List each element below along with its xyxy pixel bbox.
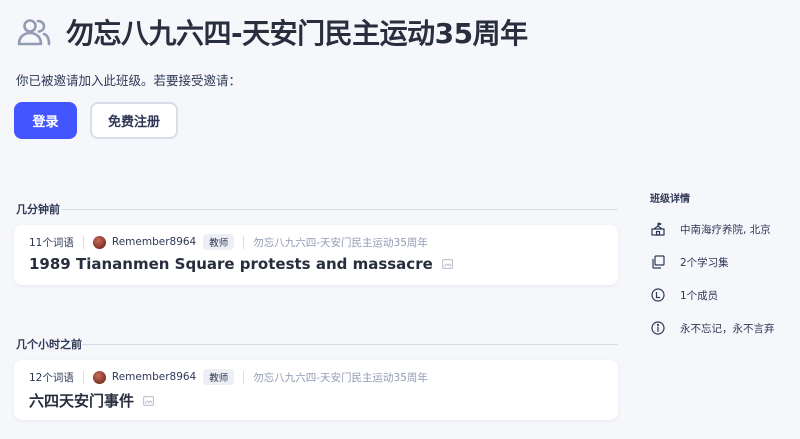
study-set-card[interactable]: 11个词语 Remember8964 教师 勿忘八九六四-天安门民主运动35周年… — [14, 225, 618, 285]
section-label-hours: 几个小时之前 — [16, 338, 82, 351]
class-header: 勿忘八九六四-天安门民主运动35周年 — [16, 12, 528, 52]
detail-school: 中南海疗养院, 北京 — [650, 219, 775, 239]
study-set-meta: 12个词语 Remember8964 教师 勿忘八九六四-天安门民主运动35周年 — [29, 369, 428, 385]
section-divider — [82, 344, 618, 345]
role-badge: 教师 — [203, 369, 235, 385]
study-set-title-row[interactable]: 六四天安门事件 — [29, 390, 155, 411]
detail-study-sets-text: 2个学习集 — [680, 256, 729, 269]
detail-school-text[interactable]: 中南海疗养院, 北京 — [680, 222, 771, 237]
study-set-title[interactable]: 1989 Tiananmen Square protests and massa… — [29, 255, 433, 273]
page-title: 勿忘八九六四-天安门民主运动35周年 — [66, 17, 528, 50]
image-icon — [441, 255, 453, 273]
study-set-title[interactable]: 六四天安门事件 — [29, 390, 134, 411]
image-icon — [143, 392, 155, 410]
login-button[interactable]: 登录 — [14, 102, 77, 139]
role-badge: 教师 — [203, 234, 235, 250]
detail-info-text: 永不忘记，永不言弃 — [680, 322, 775, 335]
author-name[interactable]: Remember8964 — [112, 236, 196, 248]
author-name[interactable]: Remember8964 — [112, 371, 196, 383]
class-name[interactable]: 勿忘八九六四-天安门民主运动35周年 — [253, 235, 428, 250]
study-set-card[interactable]: 12个词语 Remember8964 教师 勿忘八九六四-天安门民主运动35周年… — [14, 360, 618, 420]
member-icon — [650, 287, 666, 303]
section-divider — [62, 209, 618, 210]
meta-separator — [243, 370, 245, 384]
class-name[interactable]: 勿忘八九六四-天安门民主运动35周年 — [253, 370, 428, 385]
class-group-icon — [16, 14, 52, 50]
meta-separator — [243, 235, 245, 249]
detail-members: 1个成员 — [650, 285, 775, 305]
school-building-icon — [650, 221, 666, 237]
signup-button[interactable]: 免费注册 — [90, 102, 178, 139]
detail-members-text: 1个成员 — [680, 289, 719, 302]
term-count: 12个词语 — [29, 371, 74, 384]
term-count: 11个词语 — [29, 236, 74, 249]
section-label-recent: 几分钟前 — [16, 203, 60, 216]
detail-study-sets: 2个学习集 — [650, 252, 775, 272]
detail-info: 永不忘记，永不言弃 — [650, 318, 775, 338]
study-set-meta: 11个词语 Remember8964 教师 勿忘八九六四-天安门民主运动35周年 — [29, 234, 428, 250]
invite-message: 你已被邀请加入此班级。若要接受邀请： — [16, 73, 242, 88]
avatar — [92, 370, 106, 384]
avatar — [92, 235, 106, 249]
meta-separator — [82, 235, 84, 249]
study-sets-icon — [650, 254, 666, 270]
study-set-title-row[interactable]: 1989 Tiananmen Square protests and massa… — [29, 255, 453, 273]
sidebar-title: 班级详情 — [650, 194, 690, 205]
info-icon — [650, 320, 666, 336]
meta-separator — [82, 370, 84, 384]
class-details-sidebar: 班级详情 中南海疗养院, 北京 2个学习集 1个成员 永不忘记，永不言弃 — [650, 190, 775, 351]
